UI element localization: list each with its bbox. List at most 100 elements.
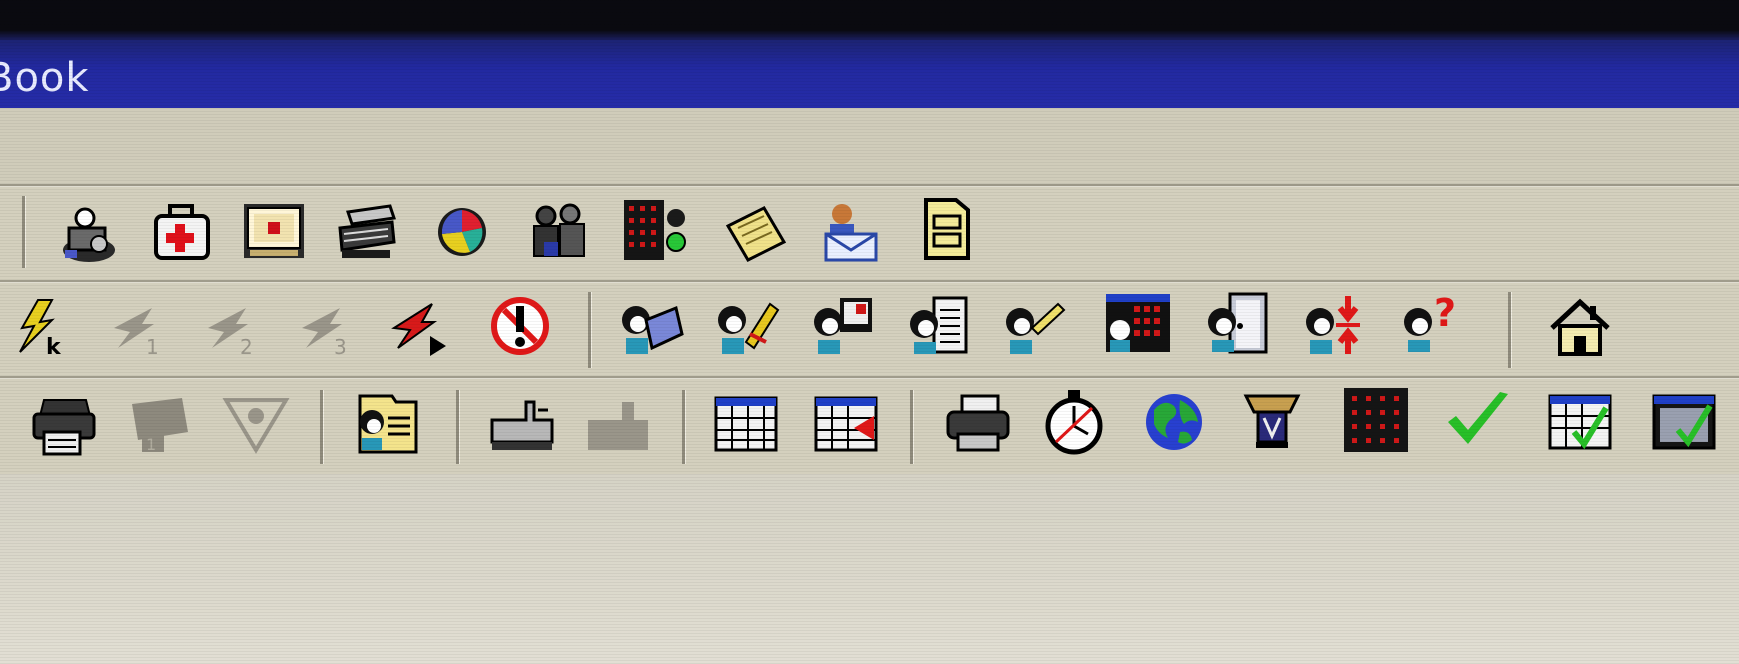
- folder-disabled-button[interactable]: 1: [126, 392, 194, 460]
- person-money-button[interactable]: [55, 200, 123, 268]
- dot-matrix-display-icon: [624, 200, 686, 260]
- table-check-2-button[interactable]: [1650, 388, 1718, 456]
- people-group-icon: [533, 203, 585, 257]
- in-tray-icon: [490, 400, 554, 450]
- trophy-button[interactable]: [1238, 388, 1306, 456]
- person-door-button[interactable]: [1204, 290, 1272, 358]
- person-pen-icon: [1006, 302, 1066, 354]
- table-check-icon: [1548, 394, 1612, 450]
- lightning-arrow-button[interactable]: [388, 294, 456, 362]
- calendar-icon: [244, 204, 304, 258]
- printer-2-icon: [946, 394, 1010, 452]
- lightning-3-button[interactable]: 3: [292, 294, 360, 362]
- svg-text:1: 1: [146, 435, 156, 454]
- toolbar-separator: [910, 390, 914, 464]
- stopwatch-button[interactable]: [1040, 388, 1108, 456]
- table-arrow-button[interactable]: [812, 390, 880, 458]
- stopwatch-icon: [1045, 390, 1103, 455]
- table-grid-button[interactable]: [712, 390, 780, 458]
- person-book-button[interactable]: [618, 294, 686, 362]
- content-area: [0, 474, 1739, 664]
- user-mail-icon: [824, 204, 878, 262]
- toolbar-3: 1: [0, 378, 1739, 476]
- lightning-2-button[interactable]: 2: [198, 294, 266, 362]
- trophy-icon: [1243, 394, 1301, 448]
- person-split-button[interactable]: [1302, 292, 1370, 360]
- toolbar-separator: [588, 292, 592, 368]
- pie-chart-icon: [438, 208, 486, 256]
- toolbar-separator: [1508, 292, 1512, 368]
- person-money-icon: [63, 207, 115, 262]
- person-screen-button[interactable]: [810, 292, 878, 360]
- document-file-button[interactable]: [912, 196, 980, 264]
- user-mail-button[interactable]: [816, 198, 884, 266]
- table-grid-icon: [714, 396, 778, 452]
- svg-text:?: ?: [1434, 291, 1456, 335]
- lightning-2-icon: 2: [208, 308, 253, 359]
- stop-alert-icon: [491, 297, 549, 355]
- first-aid-kit-icon: [154, 204, 210, 260]
- filter-disabled-icon: [222, 398, 290, 454]
- dot-grid-icon: [1344, 388, 1408, 452]
- first-aid-button[interactable]: [148, 200, 216, 268]
- table-check-2-icon: [1652, 394, 1716, 450]
- menu-bar: [0, 108, 1739, 186]
- in-tray-disabled-button[interactable]: [584, 390, 652, 458]
- person-book-icon: [622, 305, 684, 354]
- notepad-icon: [725, 206, 787, 262]
- person-help-button[interactable]: ?: [1400, 290, 1468, 358]
- person-document-icon: [910, 296, 968, 354]
- person-screen-icon: [814, 298, 872, 354]
- cash-drawer-button[interactable]: [334, 198, 402, 266]
- lightning-1-icon: 1: [114, 308, 159, 359]
- svg-text:2: 2: [240, 335, 253, 359]
- lightning-k-button[interactable]: k: [8, 294, 76, 362]
- dot-grid-button[interactable]: [1342, 386, 1410, 454]
- folder-disabled-icon: 1: [132, 398, 188, 454]
- printer-2-button[interactable]: [944, 390, 1012, 458]
- person-calendar-button[interactable]: [1104, 290, 1172, 358]
- person-calendar-icon: [1106, 294, 1170, 352]
- person-pen-button[interactable]: [1002, 294, 1070, 362]
- person-folder-button[interactable]: [352, 390, 420, 458]
- globe-button[interactable]: [1140, 388, 1208, 456]
- lightning-3-icon: 3: [302, 308, 347, 359]
- person-edit-icon: [718, 302, 780, 354]
- person-edit-button[interactable]: [714, 294, 782, 362]
- notepad-button[interactable]: [722, 200, 790, 268]
- checkmark-button[interactable]: [1444, 386, 1512, 454]
- person-folder-icon: [358, 394, 418, 454]
- person-help-icon: ?: [1404, 291, 1456, 352]
- home-button[interactable]: [1546, 294, 1614, 362]
- toolbar-separator: [22, 196, 26, 268]
- toolbar-separator: [320, 390, 324, 464]
- svg-text:1: 1: [146, 335, 159, 359]
- lightning-arrow-icon: [391, 303, 446, 356]
- window-title: Book: [0, 55, 90, 101]
- title-bar: [0, 40, 1739, 108]
- app-window: Book: [0, 0, 1739, 664]
- toolbar-separator: [682, 390, 686, 464]
- pie-chart-button[interactable]: [430, 198, 498, 266]
- cash-drawer-icon: [338, 204, 396, 258]
- checkmark-icon: [1448, 392, 1508, 444]
- stop-alert-button[interactable]: [486, 292, 554, 360]
- filter-disabled-button[interactable]: [222, 390, 290, 458]
- lightning-1-button[interactable]: 1: [104, 294, 172, 362]
- toolbar-1: [0, 186, 1739, 282]
- printer-button[interactable]: [30, 392, 98, 460]
- home-icon: [1550, 298, 1610, 356]
- svg-text:k: k: [46, 335, 62, 360]
- table-arrow-icon: [814, 396, 878, 452]
- dot-matrix-button[interactable]: [620, 196, 688, 264]
- table-check-button[interactable]: [1546, 388, 1614, 456]
- person-door-icon: [1208, 292, 1268, 354]
- lightning-k-icon: k: [19, 299, 62, 360]
- person-document-button[interactable]: [906, 292, 974, 360]
- printer-icon: [32, 399, 96, 456]
- calendar-button[interactable]: [240, 198, 308, 266]
- toolbar-2: k 1 2 3 ?: [0, 282, 1739, 378]
- in-tray-button[interactable]: [488, 390, 556, 458]
- people-group-button[interactable]: [526, 198, 594, 266]
- person-split-icon: [1306, 296, 1360, 354]
